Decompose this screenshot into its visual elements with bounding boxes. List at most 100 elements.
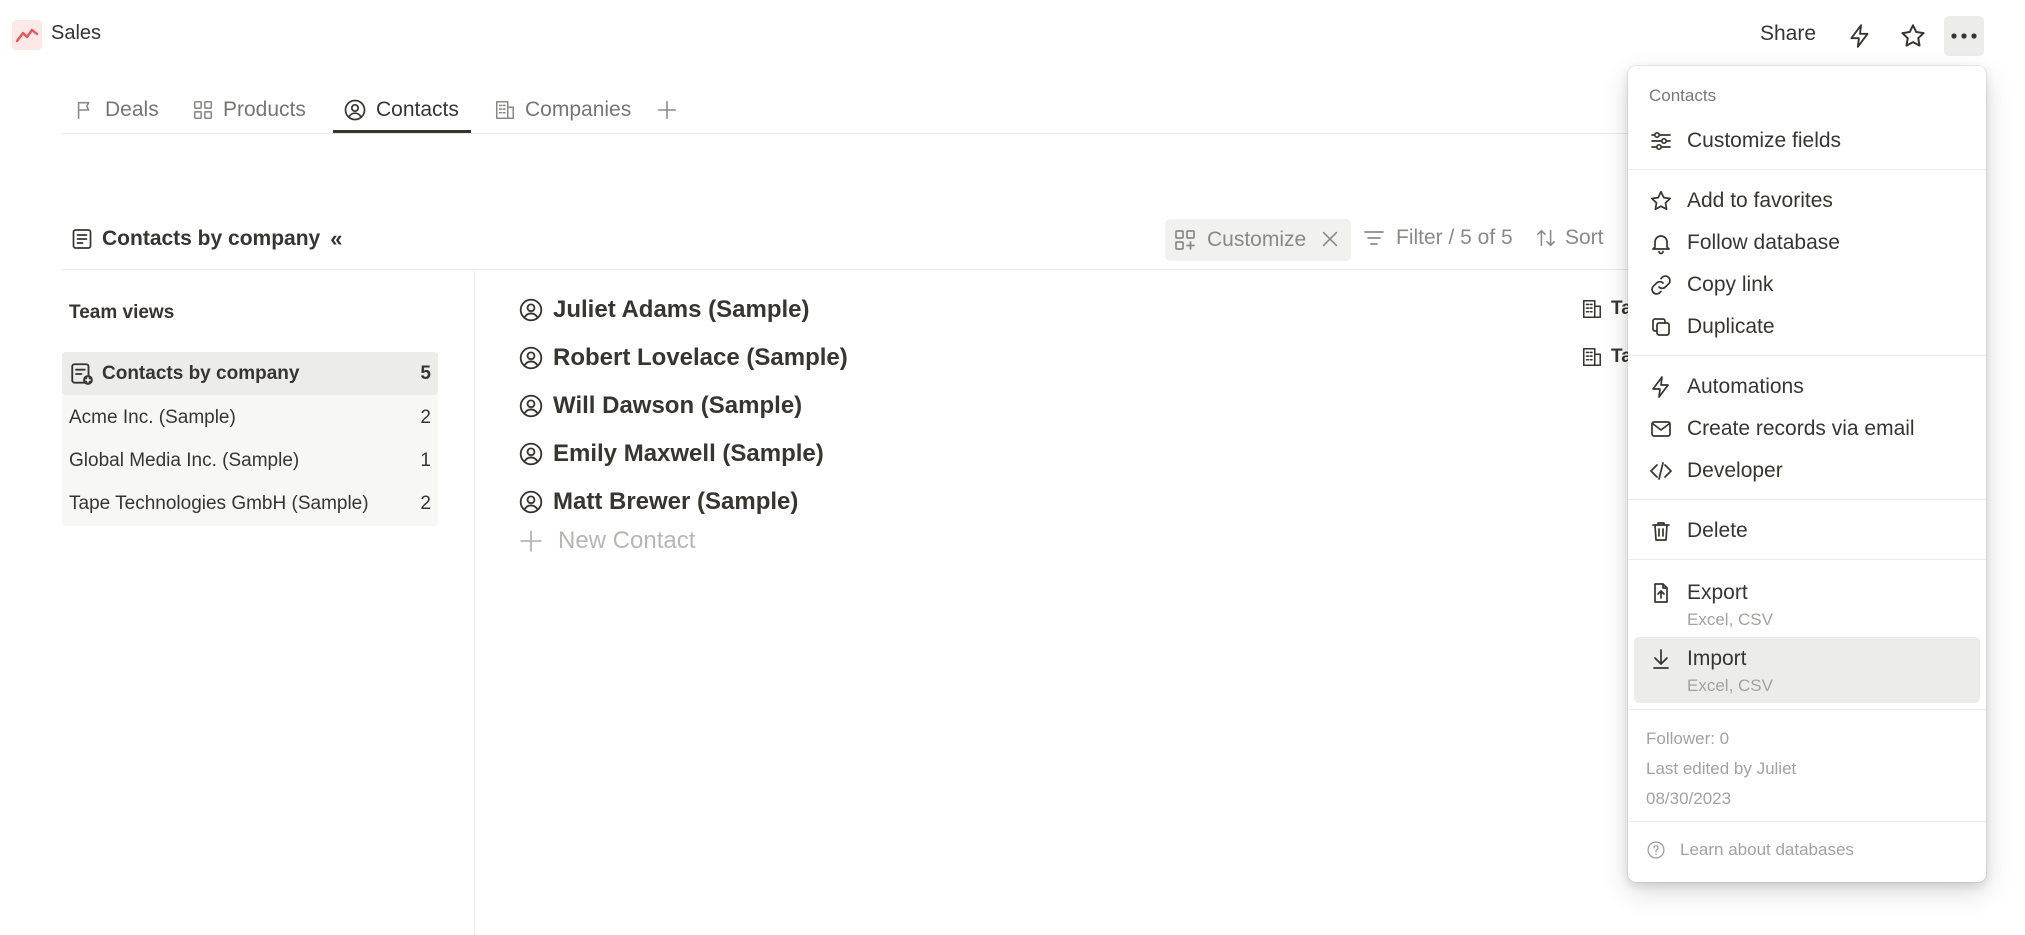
menu-item-automations[interactable]: Automations xyxy=(1634,367,1980,407)
view-item-acme[interactable]: Acme Inc. (Sample) 2 xyxy=(62,396,438,439)
person-circle-icon xyxy=(344,99,366,121)
list-item[interactable]: Emily Maxwell (Sample) xyxy=(518,434,824,474)
file-export-icon xyxy=(1654,583,1668,603)
filter-button[interactable]: Filter / 5 of 5 xyxy=(1362,226,1513,250)
person-circle-icon xyxy=(519,394,543,418)
view-title[interactable]: Contacts by company « xyxy=(70,226,342,252)
menu-item-label: Developer xyxy=(1687,459,1783,482)
tab-contacts[interactable]: Contacts xyxy=(343,90,459,130)
contact-name: Juliet Adams (Sample) xyxy=(553,296,810,323)
learn-label: Learn about databases xyxy=(1680,840,1854,859)
list-item[interactable]: Juliet Adams (Sample) xyxy=(518,290,810,330)
learn-about-databases-link[interactable]: Learn about databases xyxy=(1646,840,1854,860)
view-item-global-media[interactable]: Global Media Inc. (Sample) 1 xyxy=(62,439,438,482)
view-item-count: 1 xyxy=(420,449,431,471)
list-item[interactable]: Matt Brewer (Sample) xyxy=(518,482,798,522)
last-edited: Last edited by Juliet xyxy=(1646,759,1797,778)
person-circle-icon xyxy=(519,490,543,514)
customize-grid-icon xyxy=(1175,230,1195,250)
menu-item-label: Create records via email xyxy=(1687,417,1915,440)
last-edited-date: 08/30/2023 xyxy=(1646,789,1732,808)
menu-item-label: Add to favorites xyxy=(1687,189,1833,212)
automation-bolt-button[interactable] xyxy=(1840,16,1880,56)
tab-label: Contacts xyxy=(376,98,459,121)
menu-item-label: Export xyxy=(1687,581,1748,604)
building-icon xyxy=(1582,299,1602,319)
menu-item-label: Duplicate xyxy=(1687,315,1775,338)
view-item-count: 2 xyxy=(420,492,431,514)
person-circle-icon xyxy=(519,442,543,466)
download-arrow-icon xyxy=(1653,649,1669,669)
team-views-heading: Team views xyxy=(69,302,175,323)
menu-item-duplicate[interactable]: Duplicate xyxy=(1634,307,1980,347)
menu-divider xyxy=(1628,559,1986,560)
person-circle-icon xyxy=(519,298,543,322)
menu-item-label: Customize fields xyxy=(1687,129,1842,152)
view-group-icon xyxy=(71,362,93,385)
menu-item-copy-link[interactable]: Copy link xyxy=(1634,265,1980,305)
menu-item-import[interactable]: Import Excel, CSV xyxy=(1634,637,1980,703)
new-contact-label: New Contact xyxy=(558,527,696,554)
star-icon xyxy=(1901,24,1925,47)
menu-heading: Contacts xyxy=(1649,86,1717,105)
ellipsis-icon xyxy=(1951,33,1977,39)
view-item-count: 5 xyxy=(420,362,431,384)
app-logo xyxy=(12,20,42,50)
menu-item-delete[interactable]: Delete xyxy=(1634,511,1980,551)
menu-divider xyxy=(1628,499,1986,500)
tab-deals[interactable]: Deals xyxy=(74,90,159,130)
view-item-tape-technologies[interactable]: Tape Technologies GmbH (Sample) 2 xyxy=(62,482,438,525)
sort-arrows-icon xyxy=(1536,229,1556,247)
gallery-icon xyxy=(193,100,213,120)
duplicate-icon xyxy=(1652,318,1670,336)
mail-icon xyxy=(1651,421,1671,437)
bolt-icon xyxy=(1652,376,1669,398)
filter-label: Filter / 5 of 5 xyxy=(1396,226,1513,249)
menu-item-export[interactable]: Export Excel, CSV xyxy=(1634,571,1980,637)
tab-products[interactable]: Products xyxy=(192,90,306,130)
view-item-contacts-by-company[interactable]: Contacts by company 5 xyxy=(62,352,438,395)
menu-item-add-to-favorites[interactable]: Add to favorites xyxy=(1634,181,1980,221)
sort-button[interactable]: Sort xyxy=(1535,226,1604,250)
sort-label: Sort xyxy=(1565,226,1604,249)
plus-icon xyxy=(520,530,542,552)
contact-name: Matt Brewer (Sample) xyxy=(553,488,799,515)
trash-icon xyxy=(1652,522,1670,541)
customize-button[interactable]: Customize xyxy=(1165,219,1351,261)
company-cell[interactable]: Ta xyxy=(1581,298,1632,320)
building-icon xyxy=(1582,347,1602,367)
new-contact-button[interactable]: New Contact xyxy=(518,527,695,555)
menu-item-label: Delete xyxy=(1687,519,1748,542)
close-icon[interactable] xyxy=(1319,228,1341,250)
view-item-count: 2 xyxy=(420,406,431,428)
tab-label: Deals xyxy=(105,98,159,121)
company-cell[interactable]: Ta xyxy=(1581,346,1632,368)
code-icon xyxy=(1650,462,1672,480)
list-item[interactable]: Will Dawson (Sample) xyxy=(518,386,802,426)
tabs-divider xyxy=(62,133,1630,134)
view-title-label: Contacts by company xyxy=(102,227,321,250)
tab-label: Products xyxy=(223,98,306,121)
add-tab-button[interactable] xyxy=(656,90,678,130)
tab-companies[interactable]: Companies xyxy=(494,90,631,130)
bolt-icon xyxy=(1850,24,1869,48)
menu-item-developer[interactable]: Developer xyxy=(1634,451,1980,491)
plus-icon xyxy=(657,100,677,120)
favorite-button[interactable] xyxy=(1893,16,1933,56)
filter-icon xyxy=(1364,231,1384,245)
database-options-menu: Contacts Customize fields Add to favorit… xyxy=(1628,66,1986,882)
list-item[interactable]: Robert Lovelace (Sample) xyxy=(518,338,848,378)
share-button[interactable]: Share xyxy=(1760,22,1816,46)
building-icon xyxy=(495,100,515,120)
more-options-button[interactable] xyxy=(1944,16,1984,56)
follower-count: Follower: 0 xyxy=(1646,729,1730,748)
bell-icon xyxy=(1652,235,1670,255)
view-item-label: Acme Inc. (Sample) xyxy=(69,406,236,428)
menu-item-customize-fields[interactable]: Customize fields xyxy=(1634,121,1980,161)
menu-item-follow-database[interactable]: Follow database xyxy=(1634,223,1980,263)
menu-divider xyxy=(1628,821,1986,822)
collapse-sidebar-icon[interactable]: « xyxy=(330,226,342,252)
contact-name: Will Dawson (Sample) xyxy=(553,392,803,419)
menu-item-label: Copy link xyxy=(1687,273,1774,296)
menu-item-create-records-via-email[interactable]: Create records via email xyxy=(1634,409,1980,449)
